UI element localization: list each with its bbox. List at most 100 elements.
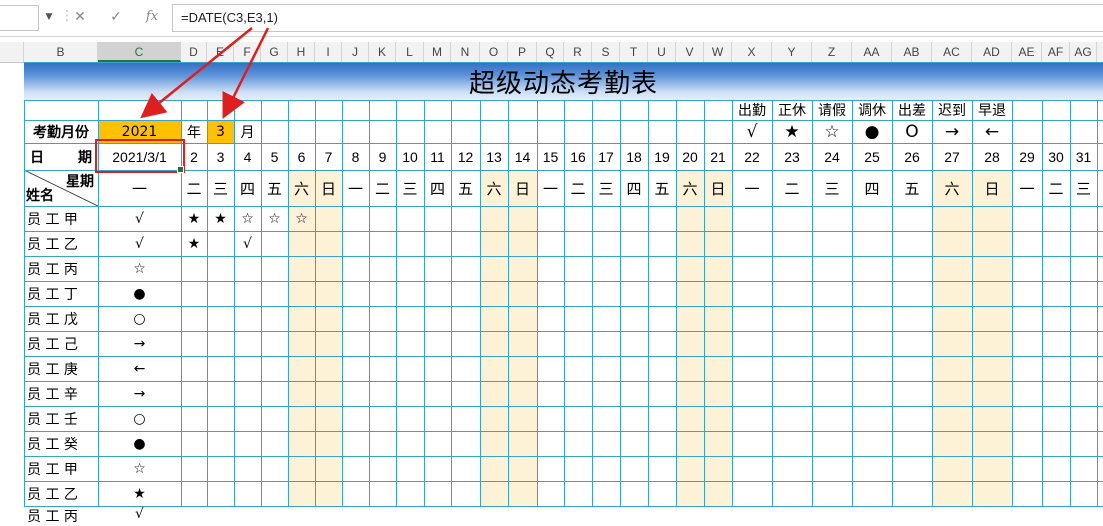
attendance-mark[interactable]: ○ [98,306,181,331]
attendance-mark[interactable]: √ [98,206,181,231]
day-number[interactable]: 19 [648,143,676,170]
weekday-cell[interactable]: 六 [288,170,315,206]
weekday-cell[interactable]: 一 [1012,170,1042,206]
weekday-cell[interactable]: 六 [932,170,972,206]
day-number[interactable]: 10 [396,143,424,170]
weekday-cell[interactable]: 三 [812,170,852,206]
weekday-cell[interactable]: 一 [98,170,181,206]
employee-name[interactable]: 员 工 乙 [24,231,98,256]
day-number[interactable]: 13 [480,143,508,170]
employee-name[interactable]: 员 工 丙 [24,256,98,281]
attendance-mark[interactable]: ☆ [288,206,315,231]
attendance-month-label[interactable]: 考勤月份 [24,120,98,143]
attendance-mark[interactable]: ● [98,281,181,306]
employee-name[interactable]: 员 工 丁 [24,281,98,306]
legend-symbol[interactable]: → [932,120,972,143]
date-label[interactable]: 日期 [24,143,98,170]
legend-symbol[interactable]: √ [732,120,772,143]
weekday-cell[interactable]: 三 [396,170,424,206]
legend-symbol[interactable]: ★ [772,120,812,143]
legend-symbol[interactable]: O [892,120,932,143]
month-input[interactable]: 3 [207,120,234,143]
day-number[interactable]: 6 [288,143,315,170]
day-number[interactable]: 14 [508,143,537,170]
legend-symbol[interactable]: ☆ [812,120,852,143]
attendance-mark[interactable]: ← [98,356,181,381]
day-number[interactable]: 25 [852,143,892,170]
day-number[interactable]: 21 [704,143,732,170]
day-number[interactable]: 31 [1070,143,1097,170]
weekday-cell[interactable]: 四 [620,170,648,206]
employee-name[interactable]: 员 工 庚 [24,356,98,381]
day-number[interactable]: 27 [932,143,972,170]
month-unit[interactable]: 月 [234,120,261,143]
weekday-cell[interactable]: 二 [181,170,207,206]
attendance-mark[interactable]: √ [98,231,181,256]
day-number[interactable]: 7 [315,143,342,170]
attendance-mark[interactable]: ☆ [98,256,181,281]
weekday-cell[interactable]: 六 [480,170,508,206]
day-number[interactable]: 18 [620,143,648,170]
sheet-title[interactable]: 超级动态考勤表 [24,62,1103,100]
day-number[interactable]: 20 [676,143,704,170]
day-number[interactable]: 3 [207,143,234,170]
weekday-cell[interactable]: 五 [892,170,932,206]
weekday-cell[interactable]: 四 [852,170,892,206]
weekday-cell[interactable]: 四 [234,170,261,206]
legend-label[interactable]: 迟到 [932,100,972,120]
weekday-cell[interactable]: 三 [207,170,234,206]
attendance-mark[interactable]: √ [234,231,261,256]
employee-name[interactable]: 员 工 甲 [24,206,98,231]
attendance-mark[interactable]: ☆ [98,456,181,481]
day-number[interactable]: 29 [1012,143,1042,170]
fill-handle[interactable] [177,166,184,173]
weekday-cell[interactable]: 三 [1070,170,1097,206]
attendance-mark[interactable]: √ [98,506,181,522]
attendance-mark[interactable]: → [98,381,181,406]
day-number[interactable]: 17 [592,143,620,170]
day-number[interactable]: 23 [772,143,812,170]
day-number[interactable]: 30 [1042,143,1070,170]
weekday-cell[interactable]: 五 [261,170,288,206]
weekday-cell[interactable]: 二 [564,170,592,206]
employee-name[interactable]: 员 工 乙 [24,481,98,506]
employee-name[interactable]: 员 工 戊 [24,306,98,331]
weekday-cell[interactable]: 二 [369,170,396,206]
attendance-mark[interactable]: ★ [98,481,181,506]
weekday-cell[interactable]: 三 [592,170,620,206]
attendance-mark[interactable]: ★ [181,206,207,231]
day-number[interactable]: 5 [261,143,288,170]
legend-symbol[interactable]: ← [972,120,1012,143]
legend-label[interactable]: 请假 [812,100,852,120]
weekday-cell[interactable]: 日 [315,170,342,206]
day-number[interactable]: 16 [564,143,592,170]
legend-label[interactable]: 调休 [852,100,892,120]
legend-symbol[interactable]: ● [852,120,892,143]
weekday-cell[interactable]: 一 [537,170,564,206]
attendance-mark[interactable]: ● [98,431,181,456]
weekday-cell[interactable]: 二 [772,170,812,206]
employee-name[interactable]: 员 工 辛 [24,381,98,406]
day-number[interactable]: 11 [424,143,451,170]
weekday-cell[interactable]: 一 [732,170,772,206]
attendance-mark[interactable]: → [98,331,181,356]
attendance-mark[interactable]: ○ [98,406,181,431]
weekday-cell[interactable]: 五 [451,170,480,206]
day-number[interactable]: 15 [537,143,564,170]
weekday-cell[interactable]: 二 [1042,170,1070,206]
attendance-mark[interactable]: ★ [207,206,234,231]
attendance-mark[interactable]: ★ [181,231,207,256]
legend-label[interactable]: 出勤 [732,100,772,120]
weekday-cell[interactable]: 四 [424,170,451,206]
legend-label[interactable]: 正休 [772,100,812,120]
weekday-cell[interactable]: 一 [342,170,369,206]
attendance-mark[interactable]: ☆ [261,206,288,231]
legend-label[interactable]: 出差 [892,100,932,120]
weekday-cell[interactable]: 日 [972,170,1012,206]
day-number[interactable]: 28 [972,143,1012,170]
legend-label[interactable]: 早退 [972,100,1012,120]
weekday-cell[interactable]: 五 [648,170,676,206]
weekday-name-header[interactable]: 星期 姓名 [24,170,98,206]
employee-name[interactable]: 员 工 壬 [24,406,98,431]
day-number[interactable]: 9 [369,143,396,170]
